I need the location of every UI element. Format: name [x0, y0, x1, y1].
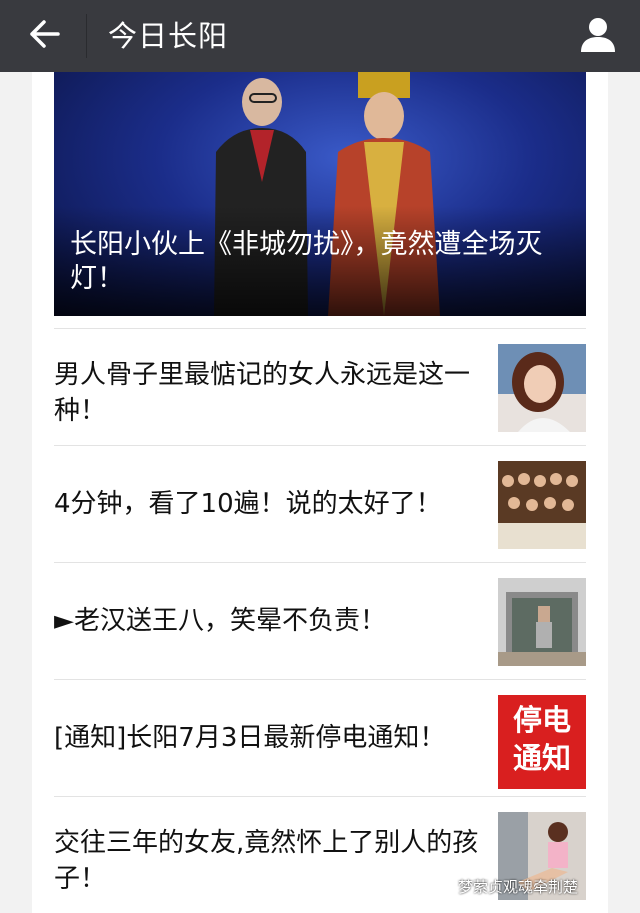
group-dinner-photo [498, 461, 586, 549]
article-thumbnail [498, 344, 586, 432]
notice-line-1: 停电 [512, 703, 571, 737]
list-item[interactable]: 4分钟，看了10遍！说的太好了！ [54, 445, 586, 562]
old-man-gate-photo [498, 578, 586, 666]
article-thumbnail [498, 461, 586, 549]
page-title: 今日长阳 [108, 19, 229, 53]
top-bar: 今日长阳 [0, 0, 640, 72]
back-button[interactable] [22, 12, 66, 56]
article-title: 交往三年的女友,竟然怀上了别人的孩子！ [54, 828, 479, 894]
article-title: ►老汉送王八，笑晕不负责！ [54, 606, 386, 636]
article-thumbnail [498, 578, 586, 666]
hero-caption: 长阳小伙上《非城勿扰》，竟然遭全场灭灯！ [70, 229, 543, 294]
profile-button[interactable] [576, 12, 620, 56]
notice-line-2: 通知 [512, 741, 571, 775]
article-title: 男人骨子里最惦记的女人永远是这一种！ [54, 360, 471, 426]
header-divider [86, 14, 87, 58]
article-title: [通知]长阳7月3日最新停电通知！ [54, 723, 446, 753]
arrow-left-icon [30, 20, 60, 48]
watermark: 梦萦贞观魂牵荆楚 [458, 878, 579, 896]
woman-portrait-photo [498, 344, 586, 432]
hero-article[interactable]: 长阳小伙上《非城勿扰》，竟然遭全场灭灯！ [54, 72, 586, 316]
article-list-page: 长阳小伙上《非城勿扰》，竟然遭全场灭灯！ 男人骨子里最惦记的女人永远是这一种！ … [32, 72, 608, 913]
power-outage-notice: 停电 通知 [498, 695, 586, 789]
list-item[interactable]: [通知]长阳7月3日最新停电通知！ 停电 通知 [54, 679, 586, 796]
article-title: 4分钟，看了10遍！说的太好了！ [54, 489, 442, 519]
list-item[interactable]: 男人骨子里最惦记的女人永远是这一种！ [54, 328, 586, 445]
user-icon [581, 18, 615, 52]
list-item[interactable]: ►老汉送王八，笑晕不负责！ [54, 562, 586, 679]
